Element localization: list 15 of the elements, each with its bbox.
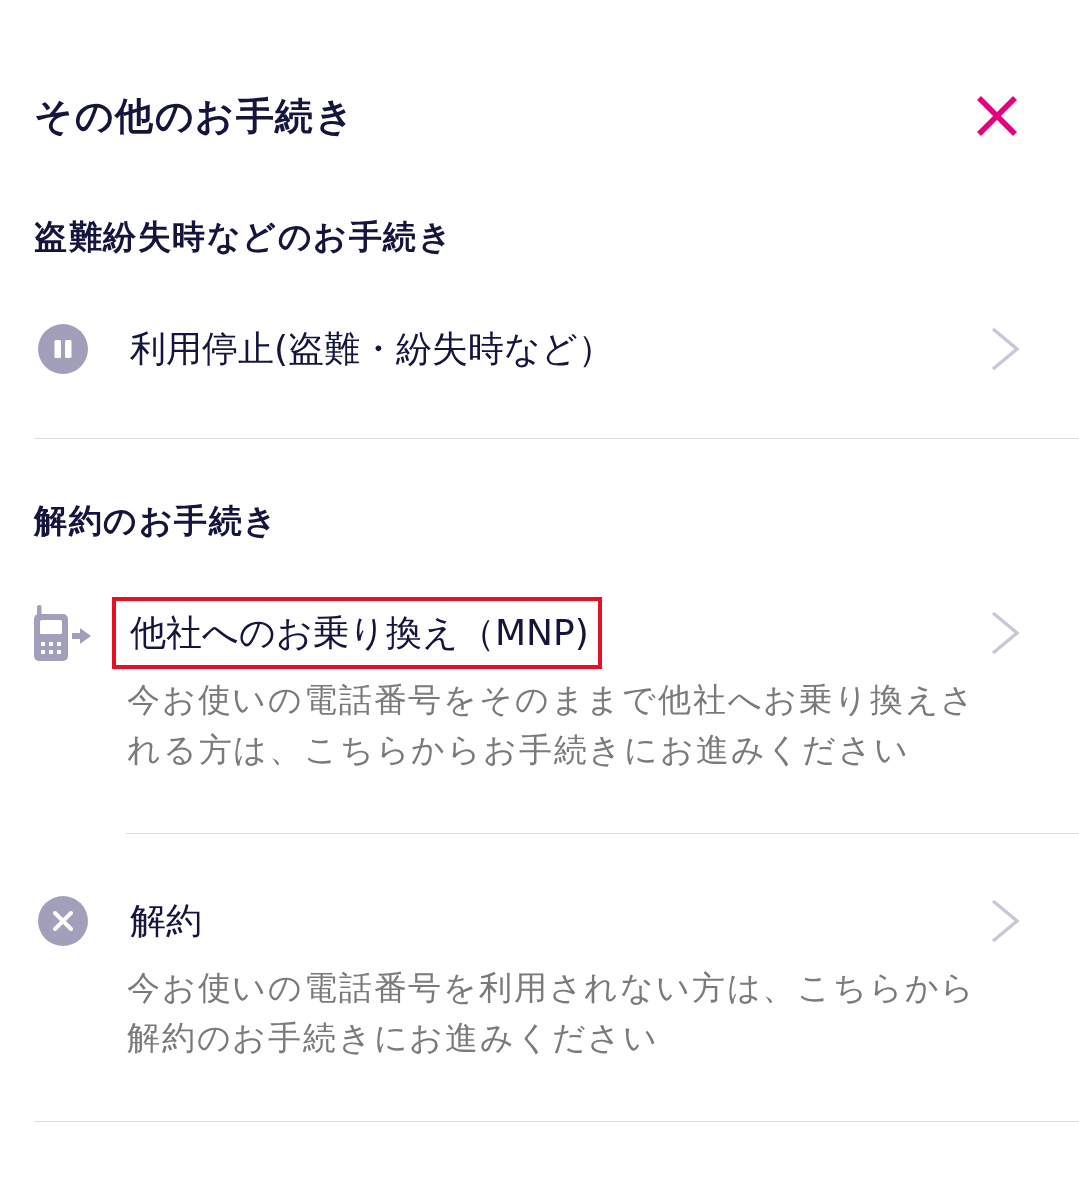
chevron-right-icon[interactable] [990,899,1020,943]
phone-arrow-icon [34,605,92,661]
page-title: その他のお手続き [34,97,355,135]
pause-icon [38,324,88,374]
close-icon [976,95,1018,137]
chevron-right-icon[interactable] [990,611,1020,655]
chevron-right-icon[interactable] [990,327,1020,371]
item-title[interactable]: 他社へのお乗り換え（MNP) [112,597,602,669]
item-title[interactable]: 利用停止(盗難・紛失時など） [112,313,628,385]
section-heading: 盗難紛失時などのお手続き [33,216,454,259]
item-title[interactable]: 解約 [112,885,215,957]
item-description: 今お使いの電話番号をそのままで他社へお乗り換えされる方は、こちらからお手続きにお進みください [127,679,977,771]
item-description: 今お使いの電話番号を利用されない方は、こちらから解約のお手続きにお進みください [127,967,977,1059]
section-heading: 解約のお手続き [32,500,280,543]
cancel-circle-icon [38,896,88,946]
